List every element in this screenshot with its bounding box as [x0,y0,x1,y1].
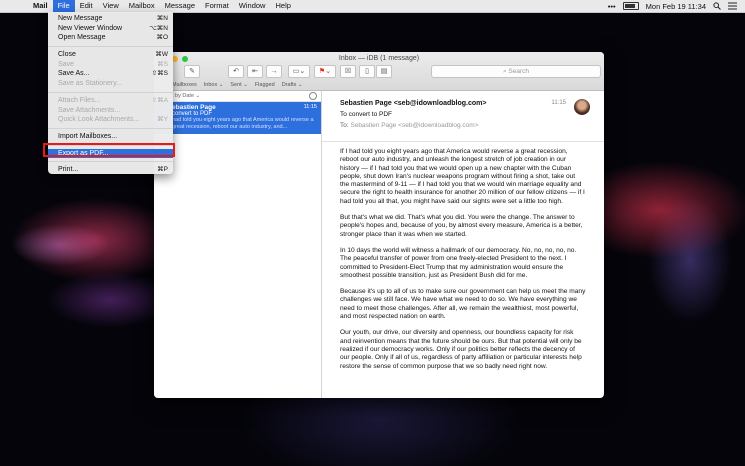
menu-view[interactable]: View [98,0,124,12]
menu-item-label: Open Message [58,34,106,42]
menu-separator [48,46,173,48]
menu-item-label: Print... [58,166,79,174]
fav-flagged[interactable]: Flagged [255,82,275,88]
menu-edit[interactable]: Edit [75,0,98,12]
list-item-preview: had told you eight years ago that Americ… [172,117,314,130]
menu-format[interactable]: Format [200,0,234,12]
archive-icon[interactable]: ▤ [376,65,392,78]
menu-item-close[interactable]: Close ⌘W [48,50,173,60]
body-paragraph: Because it's up to all of us to make sur… [340,288,586,321]
list-item[interactable]: ebastien Page 11:15 convert to PDF had t… [154,102,321,134]
shortcut-label: ⌘S [157,60,168,68]
search-input[interactable]: ⌕ Search [431,65,601,78]
menu-item-label: Save as Stationery... [58,80,123,88]
message-body: If I had told you eight years ago that A… [322,142,604,385]
to-label: To: [340,122,349,129]
shortcut-label: ⌘Y [157,116,168,124]
menu-file[interactable]: File [52,0,75,12]
menu-item-label: Save [58,60,74,68]
menu-window[interactable]: Window [234,0,271,12]
menu-item-save[interactable]: Save ⌘S [48,60,173,70]
shortcut-label: ⇧⌘S [151,70,168,78]
body-paragraph: In 10 days the world will witness a hall… [340,246,577,279]
shortcut-label: ⇧⌘A [151,96,168,104]
shortcut-label: ⌘W [155,51,168,59]
menu-item-label: Attach Files... [58,96,101,104]
message-to: Sebastien Page <seb@idownloadblog.com> [350,122,479,129]
more-status-icon[interactable]: ••• [608,2,616,11]
menu-item-label: Close [58,51,76,59]
menu-item-save-attachments[interactable]: Save Attachments... [48,106,173,116]
menu-separator [48,91,173,93]
menu-item-import-mailboxes[interactable]: Import Mailboxes... [48,132,173,142]
body-paragraph: But that's what we did. That's what you … [340,214,583,238]
reply-icon[interactable]: ↶ [228,65,244,78]
menu-item-print[interactable]: Print... ⌘P [48,165,173,175]
battery-icon[interactable] [622,2,639,10]
menu-item-label: New Viewer Window [58,24,123,32]
menu-item-label: Import Mailboxes... [58,132,118,140]
search-placeholder: Search [508,68,530,75]
menu-item-attach-files[interactable]: Attach Files... ⇧⌘A [48,96,173,106]
menu-item-new-viewer-window[interactable]: New Viewer Window ⌥⌘N [48,24,173,34]
menu-mailbox[interactable]: Mailbox [124,0,160,12]
fav-inbox[interactable]: Inbox ⌄ [204,82,224,88]
sort-bar: t by Date ⌄ [154,91,321,102]
body-paragraph: Our youth, our drive, our diversity and … [340,329,582,370]
shortcut-label: ⌥⌘N [149,24,168,32]
menu-message[interactable]: Message [160,0,200,12]
shortcut-label: ⌘O [156,34,168,42]
junk-icon[interactable]: ☒ [340,65,356,78]
fav-mailboxes[interactable]: Mailboxes [172,82,197,88]
window-title: Inbox — iDB (1 message) [338,55,420,62]
avatar [574,99,590,115]
message-from: Sebastien Page <seb@idownloadblog.com> [340,100,487,107]
fav-drafts[interactable]: Drafts ⌄ [282,82,303,88]
menu-item-label: Save As... [58,70,90,78]
menu-item-save-as[interactable]: Save As... ⇧⌘S [48,69,173,79]
reply-all-icon[interactable]: ⇤ [247,65,263,78]
message-time: 11:15 [551,100,566,106]
favorites-bar: Mailboxes Inbox ⌄ Sent ⌄ Flagged Drafts … [154,80,340,90]
message-subject: To convert to PDF [340,111,393,118]
spotlight-icon[interactable] [713,2,721,10]
filter-icon[interactable] [309,92,317,100]
body-paragraph: If I had told you eight years ago that A… [340,148,585,205]
menu-item-label: Save Attachments... [58,106,121,114]
menu-item-open-message[interactable]: Open Message ⌘O [48,33,173,43]
notification-center-icon[interactable] [728,2,737,10]
menu-mail[interactable]: Mail [28,0,53,12]
menu-item-new-message[interactable]: New Message ⌘N [48,14,173,24]
message-header: Sebastien Page <seb@idownloadblog.com> 1… [322,91,604,142]
menu-separator [48,127,173,129]
shortcut-label: ⌘P [157,166,168,174]
message-viewer: Sebastien Page <seb@idownloadblog.com> 1… [322,91,604,398]
fav-sent[interactable]: Sent ⌄ [230,82,247,88]
mail-window: Inbox — iDB (1 message) ✎ ↶ ⇤ → ▭⌄ ⚑⌄ ☒ … [154,52,604,398]
forward-icon[interactable]: → [266,65,282,78]
move-icon[interactable]: ▭⌄ [288,65,310,78]
compose-icon[interactable]: ✎ [184,65,200,78]
message-list: t by Date ⌄ ebastien Page 11:15 convert … [154,91,322,398]
shortcut-label: ⌘N [156,15,168,22]
flag-icon[interactable]: ⚑⌄ [314,65,336,78]
menu-item-label: Quick Look Attachments... [58,116,140,124]
delete-icon[interactable]: ▯ [359,65,375,78]
clock[interactable]: Mon Feb 19 11:34 [646,2,706,11]
menu-separator [48,161,173,163]
menu-item-save-as-stationery[interactable]: Save as Stationery... [48,79,173,89]
list-item-time: 11:15 [303,104,317,110]
menu-item-label: New Message [58,15,103,22]
menu-item-quick-look-attachments[interactable]: Quick Look Attachments... ⌘Y [48,115,173,125]
sort-by-date[interactable]: t by Date ⌄ [172,93,200,99]
menu-help[interactable]: Help [270,0,295,12]
export-pdf-highlight-box [43,143,175,157]
window-titlebar: Inbox — iDB (1 message) ✎ ↶ ⇤ → ▭⌄ ⚑⌄ ☒ … [154,52,604,91]
list-item-sender: ebastien Page [172,104,216,111]
